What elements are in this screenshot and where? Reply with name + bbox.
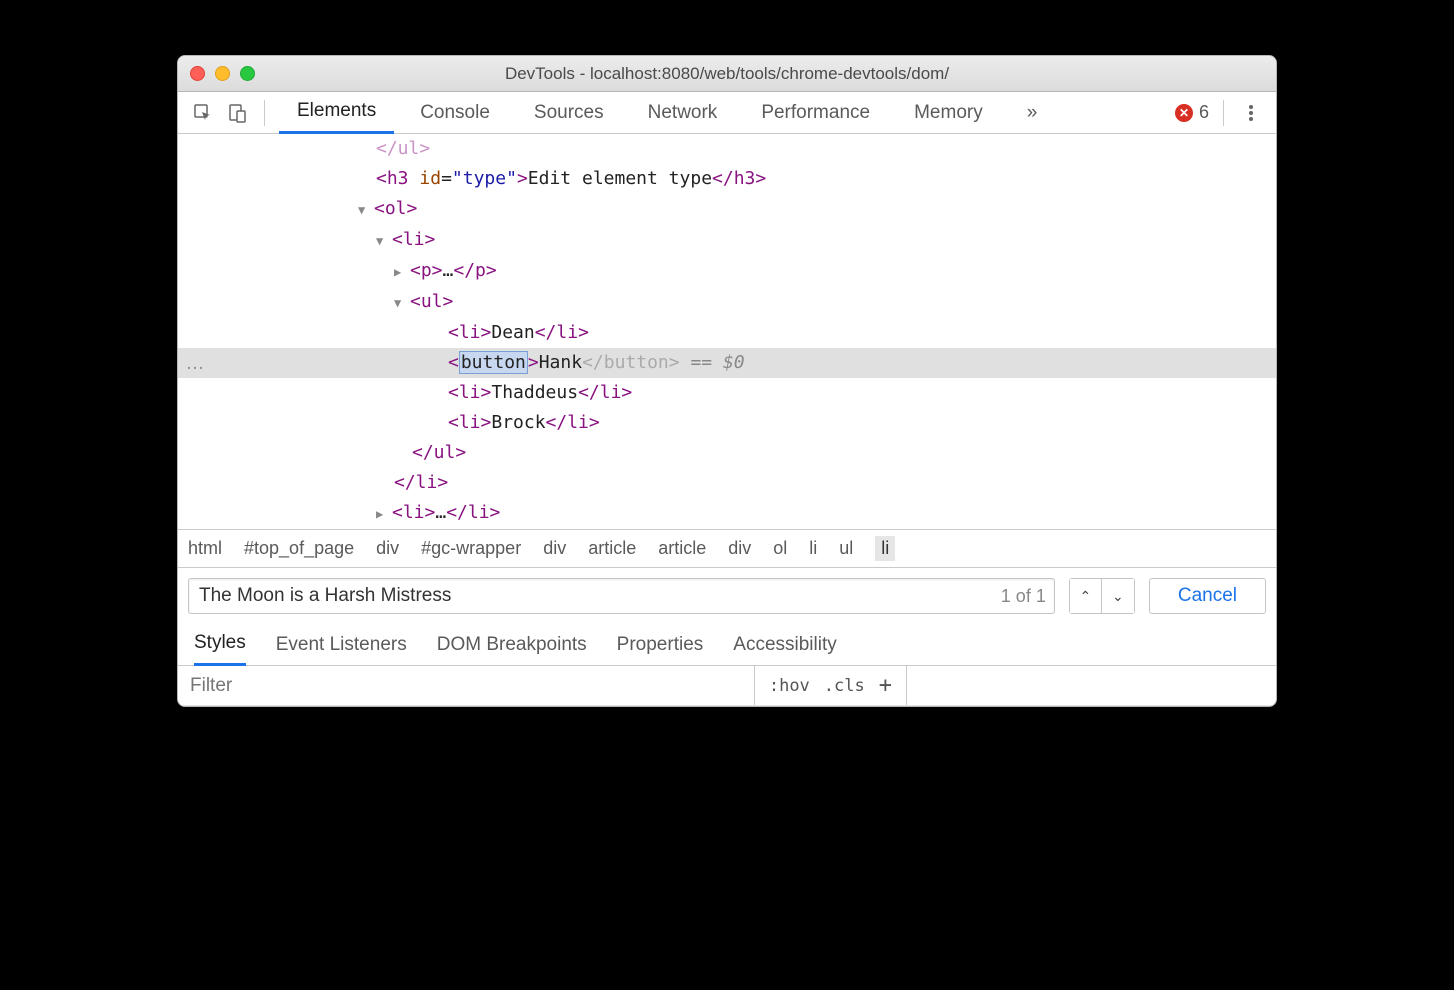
- breadcrumb-item[interactable]: li: [809, 538, 817, 559]
- breadcrumb-item[interactable]: article: [658, 538, 706, 559]
- breadcrumb-item[interactable]: ul: [839, 538, 853, 559]
- tab-styles[interactable]: Styles: [194, 624, 246, 666]
- breadcrumb-item[interactable]: #top_of_page: [244, 538, 354, 559]
- cancel-button[interactable]: Cancel: [1149, 578, 1266, 614]
- tab-accessibility[interactable]: Accessibility: [733, 624, 836, 666]
- breadcrumb-item[interactable]: div: [376, 538, 399, 559]
- close-icon[interactable]: [190, 66, 205, 81]
- separator: [1223, 100, 1224, 126]
- error-icon: ✕: [1175, 104, 1193, 122]
- tab-properties[interactable]: Properties: [617, 624, 704, 666]
- dom-tree[interactable]: </ul> <h3 id="type">Edit element type</h…: [178, 134, 1276, 529]
- dom-node[interactable]: <ul>: [178, 287, 1276, 318]
- breadcrumb-item[interactable]: html: [188, 538, 222, 559]
- tab-network[interactable]: Network: [630, 92, 736, 134]
- dom-node[interactable]: <li>…</li>: [178, 498, 1276, 529]
- plus-icon: +: [879, 673, 892, 698]
- breadcrumb-item[interactable]: #gc-wrapper: [421, 538, 521, 559]
- search-bar: 1 of 1 ⌃ ⌄ Cancel: [178, 567, 1276, 624]
- styles-tools: :hov .cls +: [754, 666, 906, 705]
- hidden-attributes-icon[interactable]: …: [186, 348, 204, 378]
- dom-node-selected[interactable]: …<button>Hank</button> == $0: [178, 348, 1276, 378]
- kebab-menu-icon[interactable]: [1238, 100, 1264, 126]
- dom-node[interactable]: </ul>: [178, 438, 1276, 468]
- traffic-lights: [190, 66, 255, 81]
- chevron-down-icon: ⌄: [1112, 588, 1124, 604]
- breadcrumb-item[interactable]: ol: [773, 538, 787, 559]
- error-count-text: 6: [1199, 102, 1209, 123]
- breadcrumb-item-current[interactable]: li: [875, 536, 895, 561]
- tab-performance[interactable]: Performance: [743, 92, 888, 134]
- search-prev-button[interactable]: ⌃: [1070, 579, 1102, 613]
- dom-node[interactable]: <p>…</p>: [178, 256, 1276, 287]
- tab-dom-breakpoints[interactable]: DOM Breakpoints: [437, 624, 587, 666]
- cls-toggle[interactable]: .cls: [824, 676, 865, 696]
- tab-more[interactable]: »: [1009, 92, 1056, 134]
- styles-filter-bar: :hov .cls +: [178, 666, 1276, 706]
- chevron-up-icon: ⌃: [1079, 588, 1091, 604]
- breadcrumb-item[interactable]: div: [728, 538, 751, 559]
- search-result-count: 1 of 1: [993, 586, 1054, 607]
- search-stepper: ⌃ ⌄: [1069, 578, 1135, 614]
- dom-node[interactable]: <li>Thaddeus</li>: [178, 378, 1276, 408]
- breadcrumb: html #top_of_page div #gc-wrapper div ar…: [178, 529, 1276, 567]
- tab-elements[interactable]: Elements: [279, 92, 394, 134]
- tag-name-edit-input[interactable]: button: [459, 351, 528, 374]
- breadcrumb-item[interactable]: article: [588, 538, 636, 559]
- add-rule-button[interactable]: +: [879, 673, 892, 698]
- chevron-down-icon[interactable]: [394, 288, 406, 318]
- styles-tabs: Styles Event Listeners DOM Breakpoints P…: [178, 624, 1276, 666]
- dom-node[interactable]: <li>: [178, 225, 1276, 256]
- devtools-window: DevTools - localhost:8080/web/tools/chro…: [177, 55, 1277, 707]
- chevron-right-icon[interactable]: [376, 499, 388, 529]
- chevron-down-icon[interactable]: [376, 226, 388, 256]
- filter-input[interactable]: [178, 666, 754, 705]
- zoom-icon[interactable]: [240, 66, 255, 81]
- minimize-icon[interactable]: [215, 66, 230, 81]
- search-next-button[interactable]: ⌄: [1102, 579, 1134, 613]
- hov-toggle[interactable]: :hov: [769, 676, 810, 696]
- inspect-element-icon[interactable]: [190, 100, 216, 126]
- error-count[interactable]: ✕ 6: [1175, 102, 1209, 123]
- tab-memory[interactable]: Memory: [896, 92, 1001, 134]
- dom-node[interactable]: <li>Dean</li>: [178, 318, 1276, 348]
- tab-sources[interactable]: Sources: [516, 92, 622, 134]
- titlebar: DevTools - localhost:8080/web/tools/chro…: [178, 56, 1276, 92]
- dom-node[interactable]: <li>Brock</li>: [178, 408, 1276, 438]
- dom-node[interactable]: <h3 id="type">Edit element type</h3>: [178, 164, 1276, 194]
- main-toolbar: Elements Console Sources Network Perform…: [178, 92, 1276, 134]
- search-box: 1 of 1: [188, 578, 1055, 614]
- dom-node[interactable]: <ol>: [178, 194, 1276, 225]
- tab-event-listeners[interactable]: Event Listeners: [276, 624, 407, 666]
- dom-node[interactable]: </li>: [178, 468, 1276, 498]
- separator: [264, 100, 265, 126]
- styles-side-gutter: [906, 666, 1276, 705]
- window-title: DevTools - localhost:8080/web/tools/chro…: [178, 64, 1276, 84]
- breadcrumb-item[interactable]: div: [543, 538, 566, 559]
- tab-console[interactable]: Console: [402, 92, 508, 134]
- chevron-right-icon[interactable]: [394, 257, 406, 287]
- chevron-down-icon[interactable]: [358, 195, 370, 225]
- dom-node[interactable]: </ul>: [178, 134, 1276, 164]
- device-toolbar-icon[interactable]: [224, 100, 250, 126]
- search-input[interactable]: [189, 585, 993, 607]
